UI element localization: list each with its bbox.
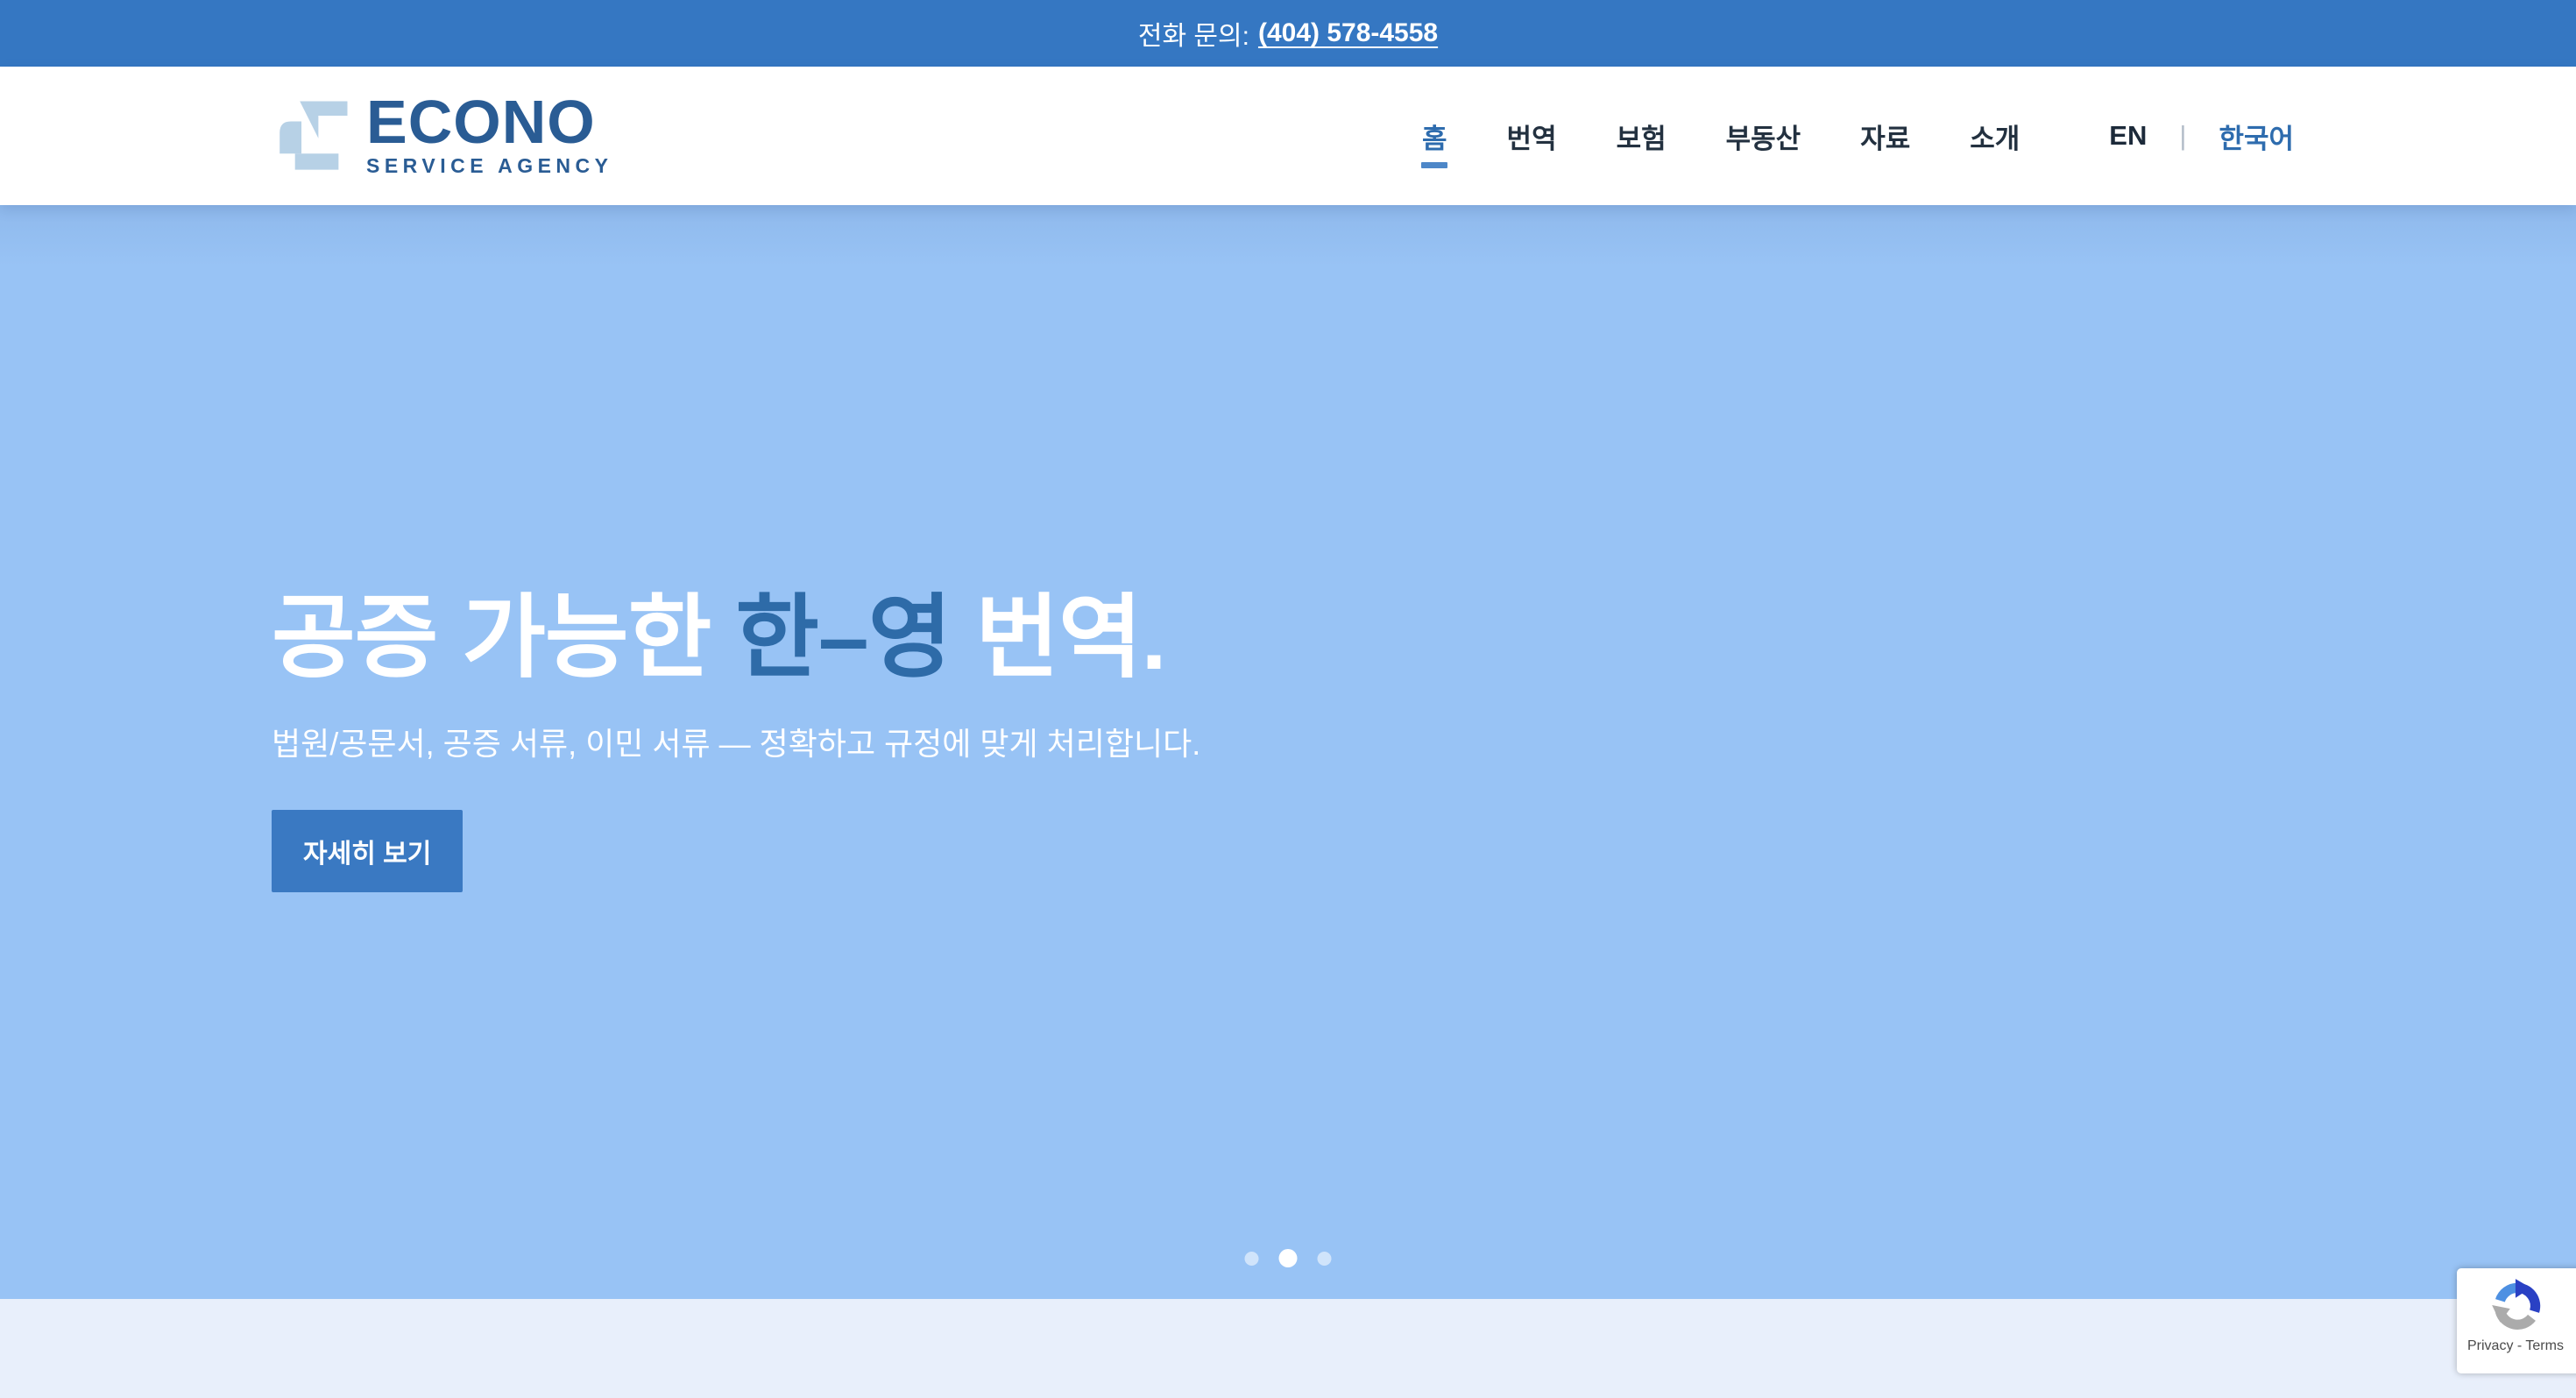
nav-item-about-label: 소개 <box>1970 124 2020 154</box>
logo[interactable]: ECONO SERVICE AGENCY <box>272 94 613 178</box>
logo-name: ECONO <box>366 94 613 150</box>
main-nav: 홈 번역 보험 부동산 자료 소개 <box>1422 117 2020 156</box>
nav-item-resources[interactable]: 자료 <box>1860 117 1910 156</box>
hero-section: 공증 가능한 한–영 번역. 법원/공문서, 공증 서류, 이민 서류 — 정확… <box>0 205 2576 1299</box>
carousel-dot-3[interactable] <box>1318 1252 1332 1266</box>
lang-ko-button[interactable]: 한국어 <box>2219 117 2294 156</box>
logo-mark-icon <box>272 96 352 176</box>
nav-item-realestate-label: 부동산 <box>1726 124 1801 154</box>
lang-separator: | <box>2179 120 2186 152</box>
nav-item-home-label: 홈 <box>1422 124 1447 154</box>
hero-title: 공증 가능한 한–영 번역. <box>272 589 2576 687</box>
nav-item-about[interactable]: 소개 <box>1970 117 2020 156</box>
nav-active-indicator <box>1421 162 1447 168</box>
nav-item-insurance-label: 보험 <box>1617 124 1667 154</box>
next-section-strip <box>0 1299 2576 1398</box>
nav-item-realestate[interactable]: 부동산 <box>1726 117 1801 156</box>
header: ECONO SERVICE AGENCY 홈 번역 보험 부동산 자료 소개 <box>0 67 2576 205</box>
recaptcha-privacy-terms[interactable]: Privacy - Terms <box>2467 1338 2564 1354</box>
phone-label: 전화 문의: <box>1138 14 1249 53</box>
hero-title-accent: 한–영 <box>735 587 951 689</box>
nav-item-resources-label: 자료 <box>1860 124 1910 154</box>
logo-tagline: SERVICE AGENCY <box>366 154 613 178</box>
learn-more-button[interactable]: 자세히 보기 <box>272 810 463 892</box>
nav-item-translation[interactable]: 번역 <box>1507 117 1557 156</box>
page: 전화 문의: (404) 578-4558 ECONO SERVICE AGEN… <box>0 0 2576 1398</box>
logo-text: ECONO SERVICE AGENCY <box>366 94 613 178</box>
carousel-dots <box>1245 1249 1332 1267</box>
lang-en-button[interactable]: EN <box>2109 120 2147 152</box>
recaptcha-icon <box>2488 1277 2546 1335</box>
topbar: 전화 문의: (404) 578-4558 <box>0 0 2576 67</box>
hero-subtitle: 법원/공문서, 공증 서류, 이민 서류 — 정확하고 규정에 맞게 처리합니다… <box>272 719 2576 764</box>
nav-item-translation-label: 번역 <box>1507 124 1557 154</box>
carousel-dot-2[interactable] <box>1279 1249 1298 1267</box>
phone-link[interactable]: (404) 578-4558 <box>1258 18 1438 48</box>
hero-title-part2: 번역. <box>951 587 1165 689</box>
language-switcher: EN | 한국어 <box>2109 117 2294 156</box>
nav-item-home[interactable]: 홈 <box>1422 117 1447 156</box>
carousel-dot-1[interactable] <box>1245 1252 1259 1266</box>
nav-item-insurance[interactable]: 보험 <box>1617 117 1667 156</box>
hero-title-part1: 공증 가능한 <box>272 587 735 689</box>
recaptcha-badge[interactable]: Privacy - Terms <box>2457 1268 2576 1373</box>
